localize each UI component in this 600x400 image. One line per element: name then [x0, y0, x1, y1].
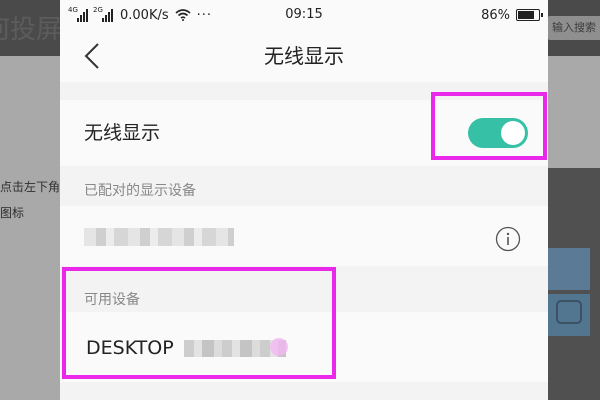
page-title: 无线显示 [264, 44, 344, 68]
background-text-line-1: 点击左下角 [0, 180, 61, 194]
background-text-line-2: 图标 [0, 206, 25, 220]
info-icon [495, 226, 521, 252]
paired-device-name-redacted [84, 228, 234, 246]
available-devices-header: 可用设备 [84, 292, 140, 308]
status-bar-right: 86% [481, 0, 543, 30]
background-search-box: 输入搜索 [548, 16, 600, 40]
status-bar: 4G 2G 0.00K/s ··· 09:15 86% [60, 0, 548, 30]
battery-icon [516, 9, 543, 21]
paired-device-row[interactable] [60, 206, 548, 266]
wireless-display-row: 无线显示 [60, 100, 548, 166]
paired-devices-header: 已配对的显示设备 [84, 183, 196, 199]
available-device-row[interactable]: DESKTOP [60, 312, 548, 382]
wireless-display-label: 无线显示 [84, 122, 161, 144]
phone-screen: 4G 2G 0.00K/s ··· 09:15 86% 无线显示 无线显示 已配… [60, 0, 548, 400]
battery-fill [518, 11, 534, 19]
device-info-button[interactable] [494, 225, 522, 253]
nav-bar: 无线显示 [60, 30, 548, 82]
status-time: 09:15 [285, 7, 323, 22]
battery-percent: 86% [481, 7, 510, 23]
touch-indicator [270, 338, 288, 356]
background-chat-icon [556, 300, 582, 324]
available-device-name: DESKTOP [86, 337, 174, 359]
background-right-block [548, 248, 590, 290]
wireless-display-toggle[interactable] [468, 118, 528, 148]
background-title: 如何投屏 [0, 15, 62, 45]
toggle-knob [501, 121, 525, 145]
